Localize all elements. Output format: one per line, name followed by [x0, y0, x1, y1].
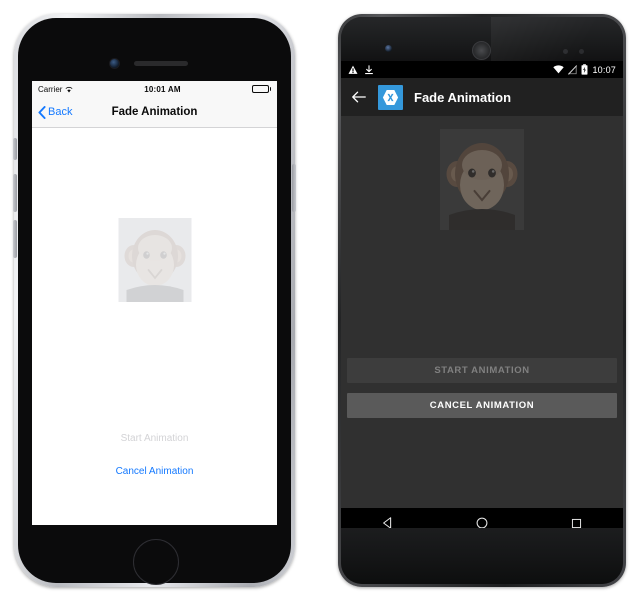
status-notifications — [348, 64, 374, 75]
proximity-sensor-icon — [563, 49, 568, 54]
android-content-area: START ANIMATION CANCEL ANIMATION — [341, 116, 623, 538]
earpiece-speaker-icon — [134, 61, 188, 66]
iphone-silent-switch[interactable] — [13, 138, 17, 160]
ios-status-bar: Carrier 10:01 AM — [32, 81, 277, 97]
xamarin-logo-icon — [378, 84, 403, 110]
android-status-bar[interactable]: 10:07 — [341, 61, 623, 78]
cancel-animation-button[interactable]: CANCEL ANIMATION — [347, 393, 617, 418]
iphone-screen: Carrier 10:01 AM Back Fade Animation Sta… — [32, 81, 277, 525]
android-page-title: Fade Animation — [414, 89, 512, 105]
ios-carrier-group: Carrier — [38, 85, 73, 94]
front-camera-icon — [385, 45, 392, 52]
ios-content-area: Start Animation Cancel Animation — [32, 128, 277, 525]
monkey-image — [440, 129, 524, 230]
wifi-icon — [65, 86, 73, 92]
page-title: Fade Animation — [111, 106, 198, 118]
monkey-illustration — [440, 129, 524, 230]
cancel-animation-button[interactable]: Cancel Animation — [32, 466, 277, 477]
android-bottom-hardware — [341, 528, 623, 584]
arrow-back-icon[interactable] — [351, 89, 367, 105]
home-button-icon[interactable] — [133, 539, 179, 585]
start-animation-button[interactable]: START ANIMATION — [347, 358, 617, 383]
android-clock: 10:07 — [592, 64, 616, 75]
android-device: 10:07 Fade Animation START ANIMATION CAN… — [338, 14, 626, 587]
android-bezel: 10:07 Fade Animation START ANIMATION CAN… — [341, 17, 623, 584]
iphone-power-button[interactable] — [292, 164, 296, 212]
battery-charging-icon — [581, 64, 588, 75]
download-icon — [365, 64, 373, 74]
earpiece-speaker-icon — [472, 41, 491, 60]
iphone-device: Carrier 10:01 AM Back Fade Animation Sta… — [13, 14, 296, 587]
signal-off-icon — [568, 64, 578, 75]
iphone-volume-up-button[interactable] — [13, 174, 17, 212]
start-animation-button[interactable]: Start Animation — [32, 433, 277, 444]
screenshot-stage: Carrier 10:01 AM Back Fade Animation Sta… — [0, 0, 641, 600]
iphone-volume-down-button[interactable] — [13, 220, 17, 258]
xamarin-hexagon-icon — [382, 89, 399, 105]
android-toolbar: Fade Animation — [341, 78, 623, 116]
warning-triangle-icon — [348, 65, 358, 74]
wifi-icon — [553, 65, 565, 74]
ios-clock: 10:01 AM — [144, 84, 181, 94]
monkey-image — [118, 218, 191, 302]
ios-carrier-label: Carrier — [38, 84, 63, 94]
battery-full-icon — [251, 85, 271, 93]
front-camera-icon — [109, 58, 120, 69]
ios-nav-bar: Back Fade Animation — [32, 97, 277, 128]
android-screen: 10:07 Fade Animation START ANIMATION CAN… — [341, 61, 623, 538]
monkey-illustration — [118, 218, 191, 302]
ambient-light-sensor-icon — [579, 49, 584, 54]
status-system-icons: 10:07 — [553, 64, 616, 75]
